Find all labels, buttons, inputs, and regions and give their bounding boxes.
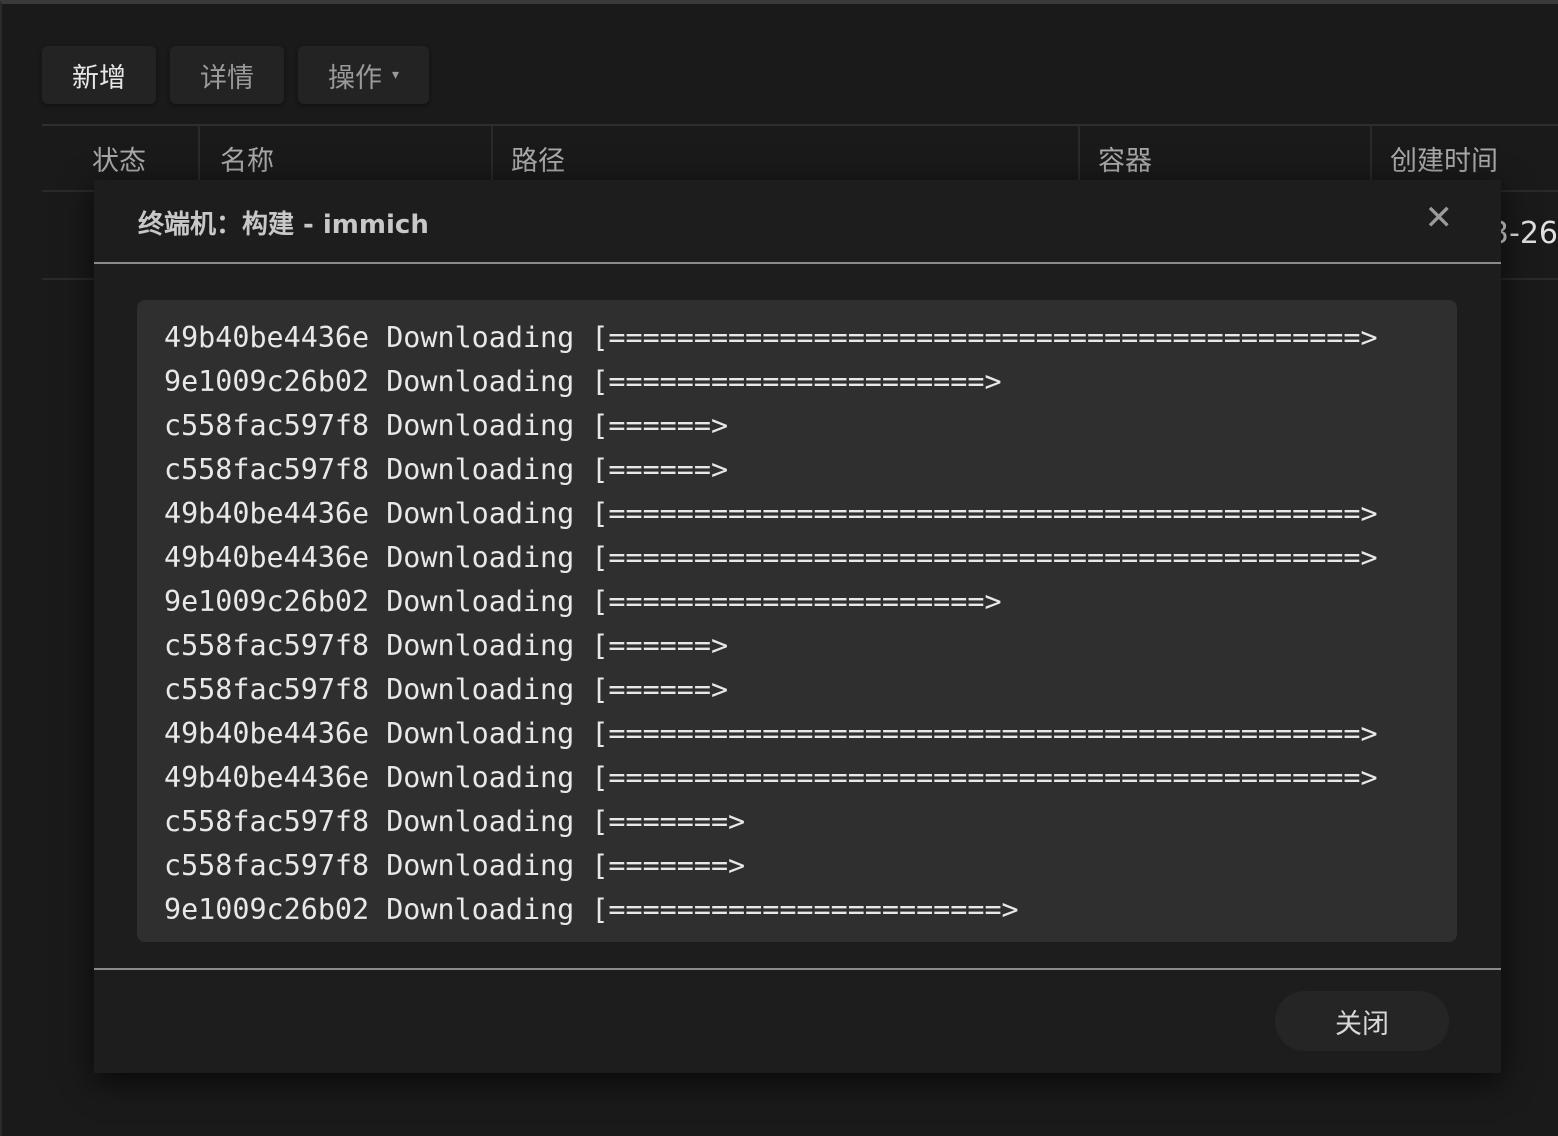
terminal-line: c558fac597f8 Downloading [======> bbox=[164, 673, 729, 706]
terminal-line: 49b40be4436e Downloading [==============… bbox=[164, 717, 1378, 750]
terminal-line: c558fac597f8 Downloading [======> bbox=[164, 629, 729, 662]
modal-title: 终端机：构建 - immich bbox=[138, 210, 429, 240]
add-label: 新增 bbox=[72, 62, 126, 94]
header-label: 状态 bbox=[92, 145, 146, 177]
terminal-line: 9e1009c26b02 Downloading [==============… bbox=[164, 585, 1002, 618]
header-label: 创建时间 bbox=[1390, 145, 1498, 177]
header-label: 路径 bbox=[511, 145, 565, 177]
header-label: 容器 bbox=[1098, 145, 1152, 177]
terminal-line: 49b40be4436e Downloading [==============… bbox=[164, 541, 1378, 574]
terminal-modal: 终端机：构建 - immich ✕ 49b40be4436e Downloadi… bbox=[94, 180, 1501, 1073]
divider bbox=[94, 968, 1501, 970]
toolbar: 新增 详情 操作 ▾ bbox=[42, 46, 430, 104]
terminal-line: c558fac597f8 Downloading [=======> bbox=[164, 805, 746, 838]
terminal-output[interactable]: 49b40be4436e Downloading [==============… bbox=[137, 300, 1457, 942]
terminal-line: 49b40be4436e Downloading [==============… bbox=[164, 497, 1378, 530]
close-button[interactable]: 关闭 bbox=[1275, 991, 1449, 1051]
chevron-down-icon: ▾ bbox=[392, 67, 400, 83]
page: 新增 详情 操作 ▾ 状态 名称 路径 容器 创建时间 3-26 终端机：构建 -… bbox=[0, 0, 1558, 1136]
terminal-line: c558fac597f8 Downloading [======> bbox=[164, 409, 729, 442]
terminal-line: c558fac597f8 Downloading [=======> bbox=[164, 849, 746, 882]
header-label: 名称 bbox=[220, 145, 274, 177]
details-button[interactable]: 详情 bbox=[170, 46, 284, 104]
details-label: 详情 bbox=[200, 62, 254, 94]
terminal-line: 49b40be4436e Downloading [==============… bbox=[164, 761, 1378, 794]
divider bbox=[94, 262, 1501, 264]
add-button[interactable]: 新增 bbox=[42, 46, 156, 104]
actions-label: 操作 bbox=[328, 62, 382, 94]
terminal-line: 9e1009c26b02 Downloading [==============… bbox=[164, 893, 1019, 926]
terminal-line: 49b40be4436e Downloading [==============… bbox=[164, 321, 1378, 354]
actions-dropdown[interactable]: 操作 ▾ bbox=[298, 46, 430, 104]
terminal-line: c558fac597f8 Downloading [======> bbox=[164, 453, 729, 486]
close-button-label: 关闭 bbox=[1335, 1008, 1389, 1040]
close-icon[interactable]: ✕ bbox=[1425, 198, 1454, 238]
terminal-line: 9e1009c26b02 Downloading [==============… bbox=[164, 365, 1002, 398]
